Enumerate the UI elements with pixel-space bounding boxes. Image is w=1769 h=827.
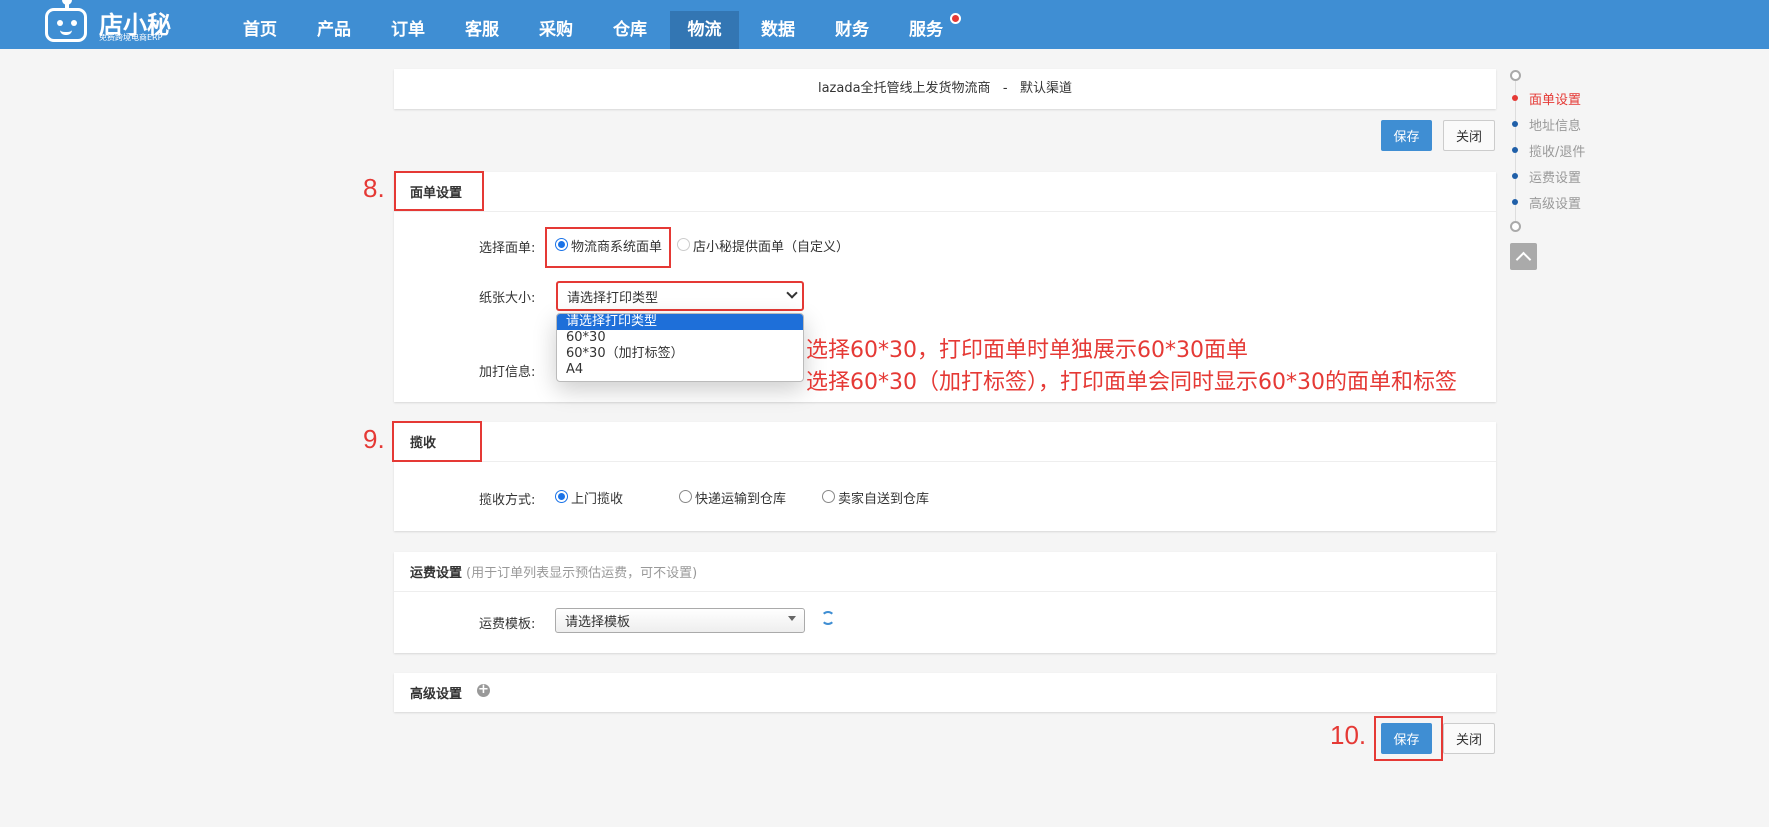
radio-self-delivery-text: 卖家自送到仓库	[838, 492, 930, 507]
freight-template-value: 请选择模板	[565, 615, 631, 630]
sidebar-dot	[1512, 147, 1518, 153]
label-settings-header: 面单设置	[394, 172, 1496, 212]
brand-tagline: 免费跨境电商ERP	[99, 33, 163, 42]
freight-note: (用于订单列表显示预估运费，可不设置)	[466, 566, 698, 581]
dropdown-option[interactable]: 60*30	[557, 330, 803, 346]
page-title-card: lazada全托管线上发货物流商 - 默认渠道	[394, 69, 1496, 109]
notification-dot	[950, 13, 961, 24]
top-navbar: 店小秘 免费跨境电商ERP 首页 产品 订单 客服 采购 仓库 物流 数据 财务…	[0, 0, 1769, 49]
advanced-header[interactable]: 高级设置	[394, 673, 1496, 712]
paper-size-dropdown: 请选择打印类型 60*30 60*30（加打标签） A4	[556, 313, 804, 382]
annotation-60x30: 选择60*30，打印面单时单独展示60*30面单	[806, 338, 1248, 363]
radio-door-pickup-text: 上门揽收	[571, 492, 624, 507]
sidebar-dot	[1512, 173, 1518, 179]
paper-size-field-label: 纸张大小:	[479, 291, 536, 306]
freight-template-label: 运费模板:	[479, 617, 536, 632]
freight-template-select[interactable]: 请选择模板	[555, 608, 805, 633]
radio-express-to-warehouse[interactable]	[679, 490, 692, 503]
pickup-header: 揽收	[394, 422, 1496, 462]
advanced-card: 高级设置	[394, 673, 1496, 712]
expand-plus-icon[interactable]: +	[477, 683, 490, 697]
highlight-box-pickup-title	[392, 421, 482, 462]
nav-finance[interactable]: 财务	[824, 11, 880, 49]
refresh-icon[interactable]	[821, 611, 835, 625]
step-number-8: 8.	[363, 173, 385, 203]
sidebar-item-pickup-return[interactable]: 揽收/退件	[1529, 141, 1585, 160]
close-button-bottom[interactable]: 关闭	[1443, 723, 1495, 754]
nav-purchase[interactable]: 采购	[528, 11, 584, 49]
nav-orders[interactable]: 订单	[380, 11, 436, 49]
dropdown-option[interactable]: 请选择打印类型	[557, 314, 803, 330]
sidebar-item-freight[interactable]: 运费设置	[1529, 167, 1581, 186]
save-button-top[interactable]: 保存	[1381, 120, 1432, 151]
nav-data[interactable]: 数据	[750, 11, 806, 49]
step-number-9: 9.	[363, 424, 385, 454]
back-to-top-icon[interactable]	[1510, 243, 1537, 270]
sidebar-end-ring	[1510, 221, 1521, 232]
highlight-box-carrier-option	[545, 227, 671, 268]
dropdown-option[interactable]: A4	[557, 362, 803, 378]
pickup-method-label: 揽收方式:	[479, 493, 536, 508]
radio-custom-label[interactable]	[677, 238, 690, 251]
sidebar-dot	[1512, 121, 1518, 127]
sidebar-start-ring	[1510, 70, 1521, 81]
robot-logo-icon	[45, 0, 87, 42]
brand-logo[interactable]: 店小秘 免费跨境电商ERP	[43, 0, 175, 45]
dropdown-option[interactable]: 60*30（加打标签）	[557, 346, 803, 362]
caret-down-icon	[788, 616, 796, 621]
annotation-60x30-with-tag: 选择60*30（加打标签），打印面单会同时显示60*30的面单和标签	[806, 370, 1457, 395]
nav-warehouse[interactable]: 仓库	[602, 11, 658, 49]
select-label-field-label: 选择面单:	[479, 241, 536, 256]
paper-size-value: 请选择打印类型	[567, 290, 659, 306]
freight-title: 运费设置	[410, 566, 463, 581]
highlight-box-save	[1374, 716, 1443, 761]
chevron-down-icon	[786, 287, 798, 299]
nav-products[interactable]: 产品	[306, 11, 362, 49]
highlight-box-section-title	[394, 171, 484, 211]
sidebar-item-address[interactable]: 地址信息	[1529, 115, 1581, 134]
radio-door-pickup[interactable]	[555, 490, 568, 503]
step-number-10: 10.	[1330, 720, 1367, 750]
pickup-card: 揽收	[394, 422, 1496, 531]
radio-custom-label-text: 店小秘提供面单（自定义）	[693, 240, 850, 255]
sidebar-dot	[1512, 95, 1518, 101]
nav-customer-service[interactable]: 客服	[454, 11, 510, 49]
page-title: lazada全托管线上发货物流商 - 默认渠道	[817, 81, 1073, 96]
nav-home[interactable]: 首页	[232, 11, 288, 49]
sidebar-item-label-settings[interactable]: 面单设置	[1529, 89, 1581, 108]
nav-services[interactable]: 服务	[898, 11, 954, 49]
freight-card: 运费设置 (用于订单列表显示预估运费，可不设置)	[394, 552, 1496, 653]
radio-self-delivery[interactable]	[822, 490, 835, 503]
close-button-top[interactable]: 关闭	[1443, 120, 1495, 151]
extra-print-field-label: 加打信息:	[479, 365, 536, 380]
freight-header: 运费设置 (用于订单列表显示预估运费，可不设置)	[394, 552, 1496, 592]
radio-express-to-warehouse-text: 快递运输到仓库	[695, 492, 787, 507]
sidebar-item-advanced[interactable]: 高级设置	[1529, 193, 1581, 212]
nav-logistics[interactable]: 物流	[670, 11, 739, 49]
paper-size-select[interactable]: 请选择打印类型	[556, 281, 804, 311]
sidebar-dot	[1512, 199, 1518, 205]
